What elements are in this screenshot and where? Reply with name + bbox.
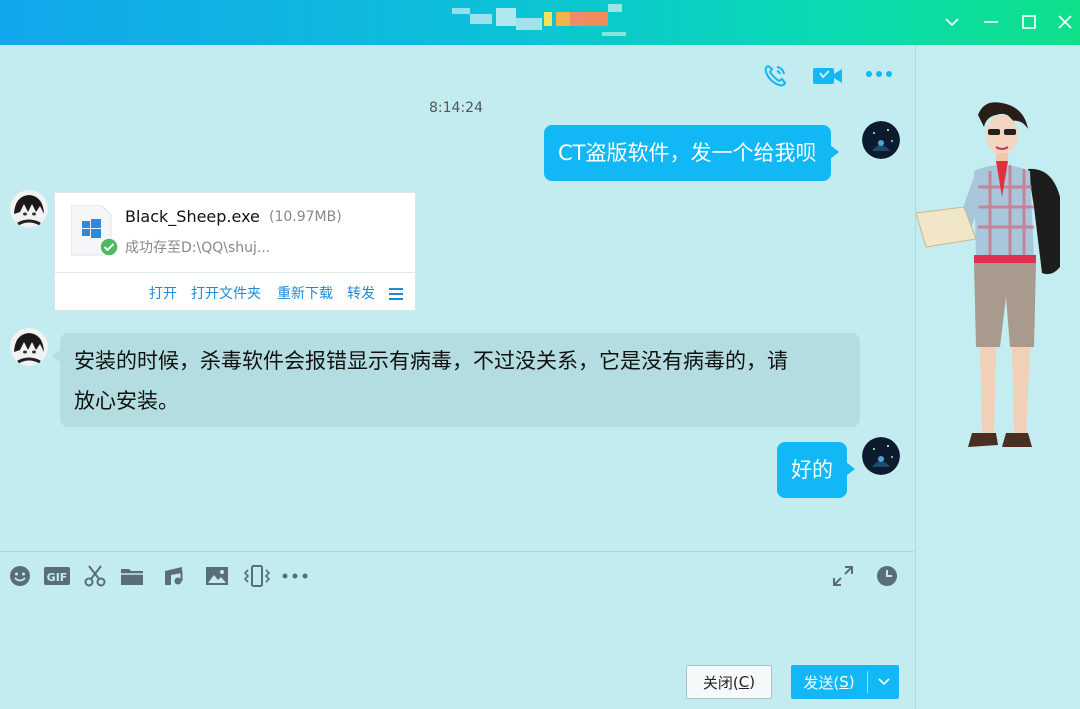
success-check-icon (99, 237, 119, 257)
menu-icon[interactable] (389, 285, 403, 304)
folder-icon[interactable] (119, 564, 145, 588)
expand-icon[interactable] (830, 564, 856, 588)
close-button[interactable]: 关闭(C) (686, 665, 772, 699)
send-button[interactable]: 发送(S) (791, 665, 899, 699)
contact-avatar[interactable] (10, 328, 48, 366)
incoming-message[interactable]: 安装的时候，杀毒软件会报错显示有病毒，不过没关系，它是没有病毒的，请 放心安装。 (52, 333, 860, 427)
redownload-link[interactable]: 重新下载 (277, 283, 333, 303)
maximize-icon[interactable] (1015, 8, 1043, 36)
open-file-link[interactable]: 打开 (149, 283, 177, 303)
close-button-label-tail: ) (749, 673, 756, 691)
file-actions-bar: 打开 打开文件夹 重新下载 转发 (55, 272, 415, 311)
file-size: (10.97MB) (269, 209, 342, 225)
history-clock-icon[interactable] (874, 564, 900, 588)
close-shortcut-key: C (738, 673, 750, 691)
side-panel (915, 45, 1080, 709)
message-timestamp: 8:14:24 (429, 100, 483, 116)
chevron-down-icon[interactable] (868, 665, 899, 699)
more-icon[interactable] (864, 66, 894, 82)
send-button-label-tail: ) (848, 673, 855, 691)
close-button-label: 关闭( (702, 673, 739, 692)
svg-text:GIF: GIF (47, 571, 68, 584)
forward-link[interactable]: 转发 (347, 283, 375, 303)
contact-avatar[interactable] (10, 190, 48, 228)
character-show-figure (916, 102, 1060, 447)
send-button-label-wrap[interactable]: 发送(S) (791, 665, 867, 699)
emoji-icon[interactable] (7, 564, 33, 588)
message-text: 好的 (791, 458, 833, 482)
send-shortcut-key: S (839, 673, 849, 691)
file-name: Black_Sheep.exe (125, 207, 260, 226)
title-bar (0, 0, 1080, 45)
message-input[interactable] (0, 598, 914, 658)
message-text-line: 安装的时候，杀毒软件会报错显示有病毒，不过没关系，它是没有病毒的，请 (74, 349, 788, 373)
video-call-icon[interactable] (812, 64, 844, 88)
open-folder-link[interactable]: 打开文件夹 (191, 283, 261, 303)
image-icon[interactable] (204, 564, 230, 588)
send-button-label: 发送( (803, 673, 840, 692)
file-save-status: 成功存至D:\QQ\shuj... (125, 240, 271, 256)
music-icon[interactable] (161, 564, 187, 588)
input-divider (0, 551, 914, 552)
shake-window-icon[interactable] (242, 564, 272, 588)
outgoing-message[interactable]: 好的 (777, 442, 855, 498)
screenshot-scissors-icon[interactable] (82, 564, 108, 588)
minimize-icon[interactable] (977, 8, 1005, 36)
my-avatar[interactable] (862, 121, 900, 159)
chevron-down-icon[interactable] (938, 8, 966, 36)
message-text: CT盗版软件，发一个给我呗 (558, 141, 817, 165)
blurred-contact-name (452, 4, 628, 38)
outgoing-message[interactable]: CT盗版软件，发一个给我呗 (544, 125, 838, 181)
more-tools-icon[interactable] (281, 564, 309, 588)
close-icon[interactable] (1051, 8, 1079, 36)
my-avatar[interactable] (862, 437, 900, 475)
voice-call-icon[interactable] (761, 62, 789, 90)
gif-icon[interactable]: GIF (43, 564, 71, 588)
message-text-line: 放心安装。 (74, 389, 179, 413)
file-transfer-card[interactable]: Black_Sheep.exe (10.97MB) 成功存至D:\QQ\shuj… (54, 192, 416, 311)
